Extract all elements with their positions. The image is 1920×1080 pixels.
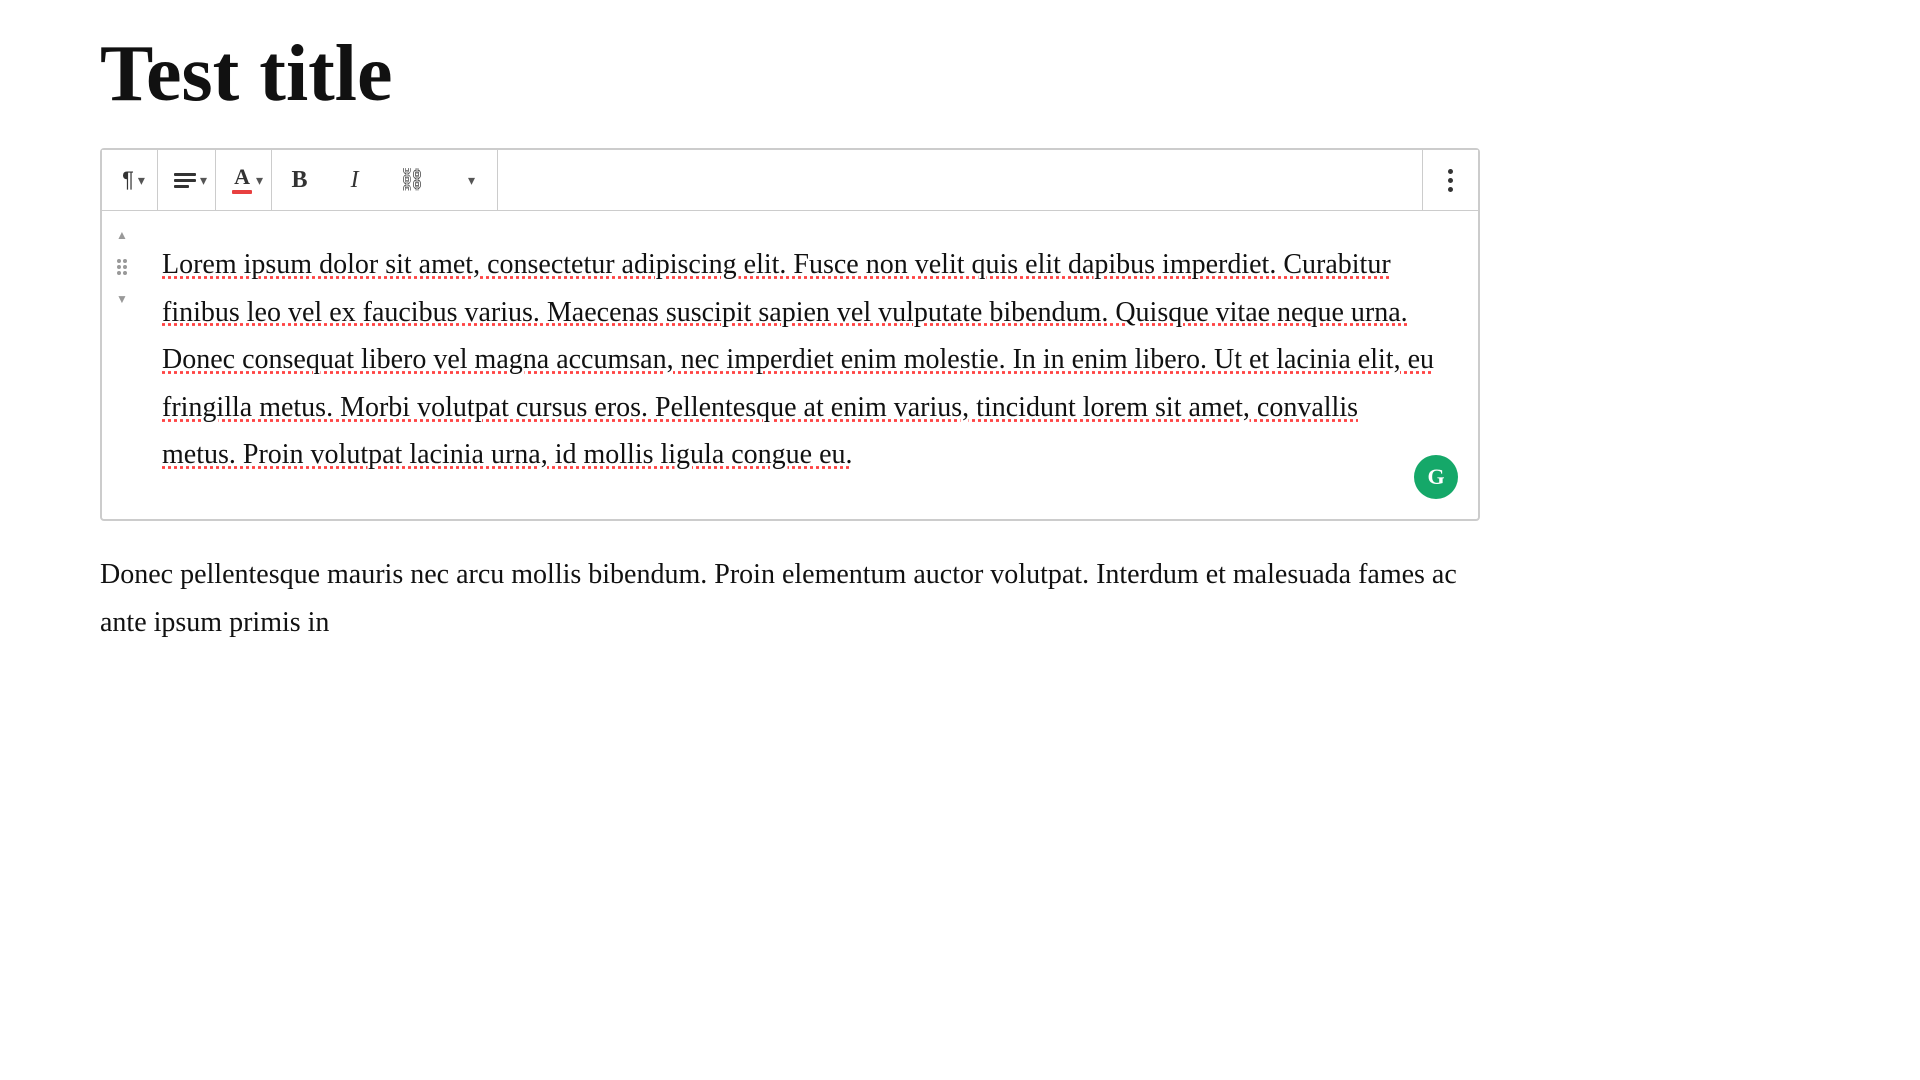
paragraph-type-button[interactable]: ¶ ▾ <box>102 150 157 210</box>
link-dropdown-button[interactable]: ▾ <box>442 150 497 210</box>
text-color-icon: A <box>232 166 252 194</box>
paragraph-dropdown-arrow: ▾ <box>138 172 145 189</box>
link-button[interactable]: ⛓ <box>382 150 442 210</box>
drag-handle[interactable] <box>108 253 136 281</box>
alignment-dropdown-arrow: ▾ <box>200 172 207 189</box>
move-down-button[interactable] <box>108 285 136 313</box>
more-options-group <box>1422 150 1478 210</box>
bold-button[interactable]: B <box>272 150 327 210</box>
text-color-group: A ▾ <box>216 150 272 210</box>
alignment-group: ▾ <box>158 150 216 210</box>
text-color-dropdown-arrow: ▾ <box>256 172 263 189</box>
format-group: B I ⛓ ▾ <box>272 150 498 210</box>
paragraph-type-group: ¶ ▾ <box>102 150 158 210</box>
more-options-button[interactable] <box>1423 150 1478 210</box>
left-controls <box>102 211 142 519</box>
link-icon: ⛓ <box>398 167 426 193</box>
page-title: Test title <box>60 30 1860 118</box>
text-color-button[interactable]: A ▾ <box>216 150 271 210</box>
editor-body: Lorem ipsum dolor sit amet, consectetur … <box>102 211 1478 519</box>
grammarly-button[interactable]: G <box>1414 455 1458 499</box>
paragraph-icon: ¶ <box>122 167 134 193</box>
editor-paragraph: Lorem ipsum dolor sit amet, consectetur … <box>162 241 1438 479</box>
below-editor-text: Donec pellentesque mauris nec arcu molli… <box>100 521 1480 646</box>
editor-container: ¶ ▾ ▾ A ▾ <box>100 148 1480 521</box>
below-paragraph: Donec pellentesque mauris nec arcu molli… <box>100 551 1480 646</box>
link-dropdown-arrow: ▾ <box>468 172 475 189</box>
alignment-button[interactable]: ▾ <box>158 150 215 210</box>
italic-icon: I <box>351 167 359 194</box>
move-up-button[interactable] <box>108 221 136 249</box>
align-icon <box>174 173 196 188</box>
italic-button[interactable]: I <box>327 150 382 210</box>
more-options-icon <box>1448 169 1453 192</box>
editor-content[interactable]: Lorem ipsum dolor sit amet, consectetur … <box>142 211 1478 519</box>
editor-toolbar: ¶ ▾ ▾ A ▾ <box>102 150 1478 211</box>
bold-icon: B <box>292 167 308 194</box>
